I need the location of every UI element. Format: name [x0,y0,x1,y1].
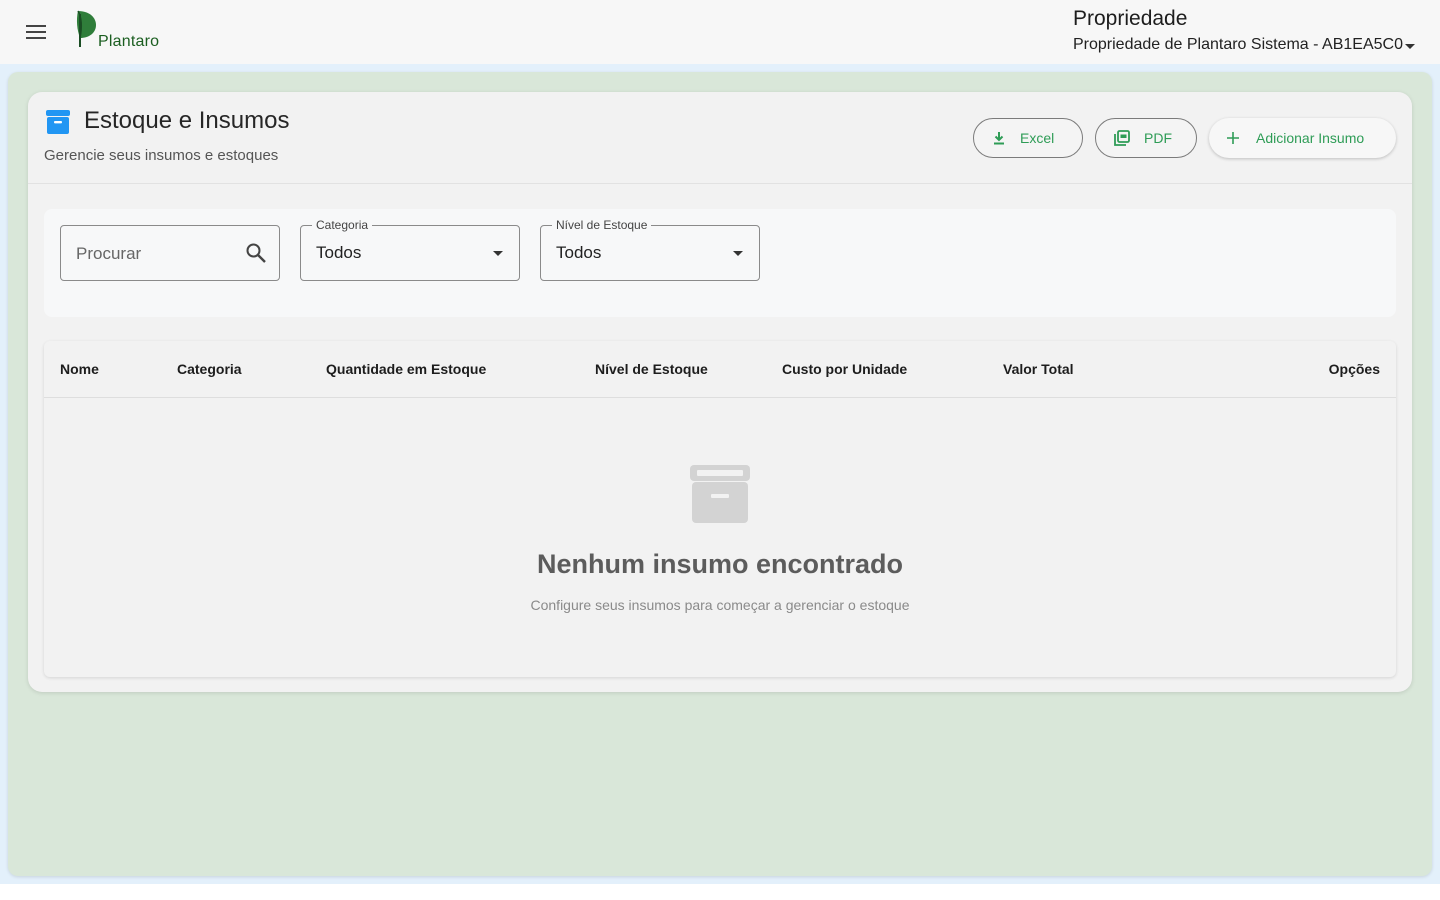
column-header-total-value[interactable]: Valor Total [1003,361,1074,377]
menu-button[interactable] [18,14,54,50]
plus-icon [1227,132,1239,144]
column-header-options: Opções [1328,361,1380,377]
category-select[interactable]: Categoria Todos [300,218,520,281]
add-supply-label: Adicionar Insumo [1256,130,1365,146]
top-app-bar: Plantaro Propriedade Propriedade de Plan… [0,0,1440,64]
stock-level-label: Nível de Estoque [552,218,652,232]
card-header: Estoque e Insumos Gerencie seus insumos … [28,92,1412,184]
column-header-unit-cost[interactable]: Custo por Unidade [782,361,907,377]
category-label: Categoria [312,218,373,232]
empty-state-subtitle: Configure seus insumos para começar a ge… [530,597,910,613]
property-heading: Propriedade [1073,7,1188,30]
export-pdf-button[interactable]: PDF [1095,118,1197,158]
download-icon [994,132,1004,145]
chevron-down-icon [1404,43,1415,49]
search-icon[interactable] [245,242,267,264]
column-header-category[interactable]: Categoria [177,361,242,377]
add-supply-button[interactable]: Adicionar Insumo [1209,118,1396,158]
export-excel-label: Excel [1020,130,1055,146]
column-header-quantity[interactable]: Quantidade em Estoque [326,361,486,377]
stock-level-value: Todos [556,243,602,262]
empty-state-title: Nenhum insumo encontrado [536,549,904,579]
table-header: Nome Categoria Quantidade em Estoque Nív… [44,341,1396,398]
inventory-table: Nome Categoria Quantidade em Estoque Nív… [44,341,1396,677]
chevron-down-icon [733,251,743,256]
archive-icon [46,110,70,134]
logo-text: Plantaro [98,33,160,50]
filters-panel: Categoria Todos Nível de Estoque Todos [44,209,1396,317]
search-input[interactable] [76,240,241,268]
category-value: Todos [316,243,362,262]
export-pdf-label: PDF [1144,130,1172,146]
archive-icon [690,465,750,523]
chevron-down-icon [493,251,503,256]
search-field [60,225,280,281]
stock-level-select[interactable]: Nível de Estoque Todos [540,218,760,281]
property-selector[interactable]: Propriedade de Plantaro Sistema - AB1EA5… [1073,36,1415,54]
hamburger-menu-icon [26,25,46,39]
inventory-card: Estoque e Insumos Gerencie seus insumos … [28,92,1412,692]
app-logo[interactable]: Plantaro [74,8,174,52]
page-subtitle: Gerencie seus insumos e estoques [44,147,279,164]
property-selected-value: Propriedade de Plantaro Sistema - AB1EA5… [1073,36,1403,53]
page-title: Estoque e Insumos [84,107,290,134]
column-header-stock-level[interactable]: Nível de Estoque [595,361,708,377]
pdf-icon [1114,130,1130,146]
column-header-name[interactable]: Nome [60,361,99,377]
plantaro-leaf-icon [76,10,96,47]
export-excel-button[interactable]: Excel [973,118,1083,158]
